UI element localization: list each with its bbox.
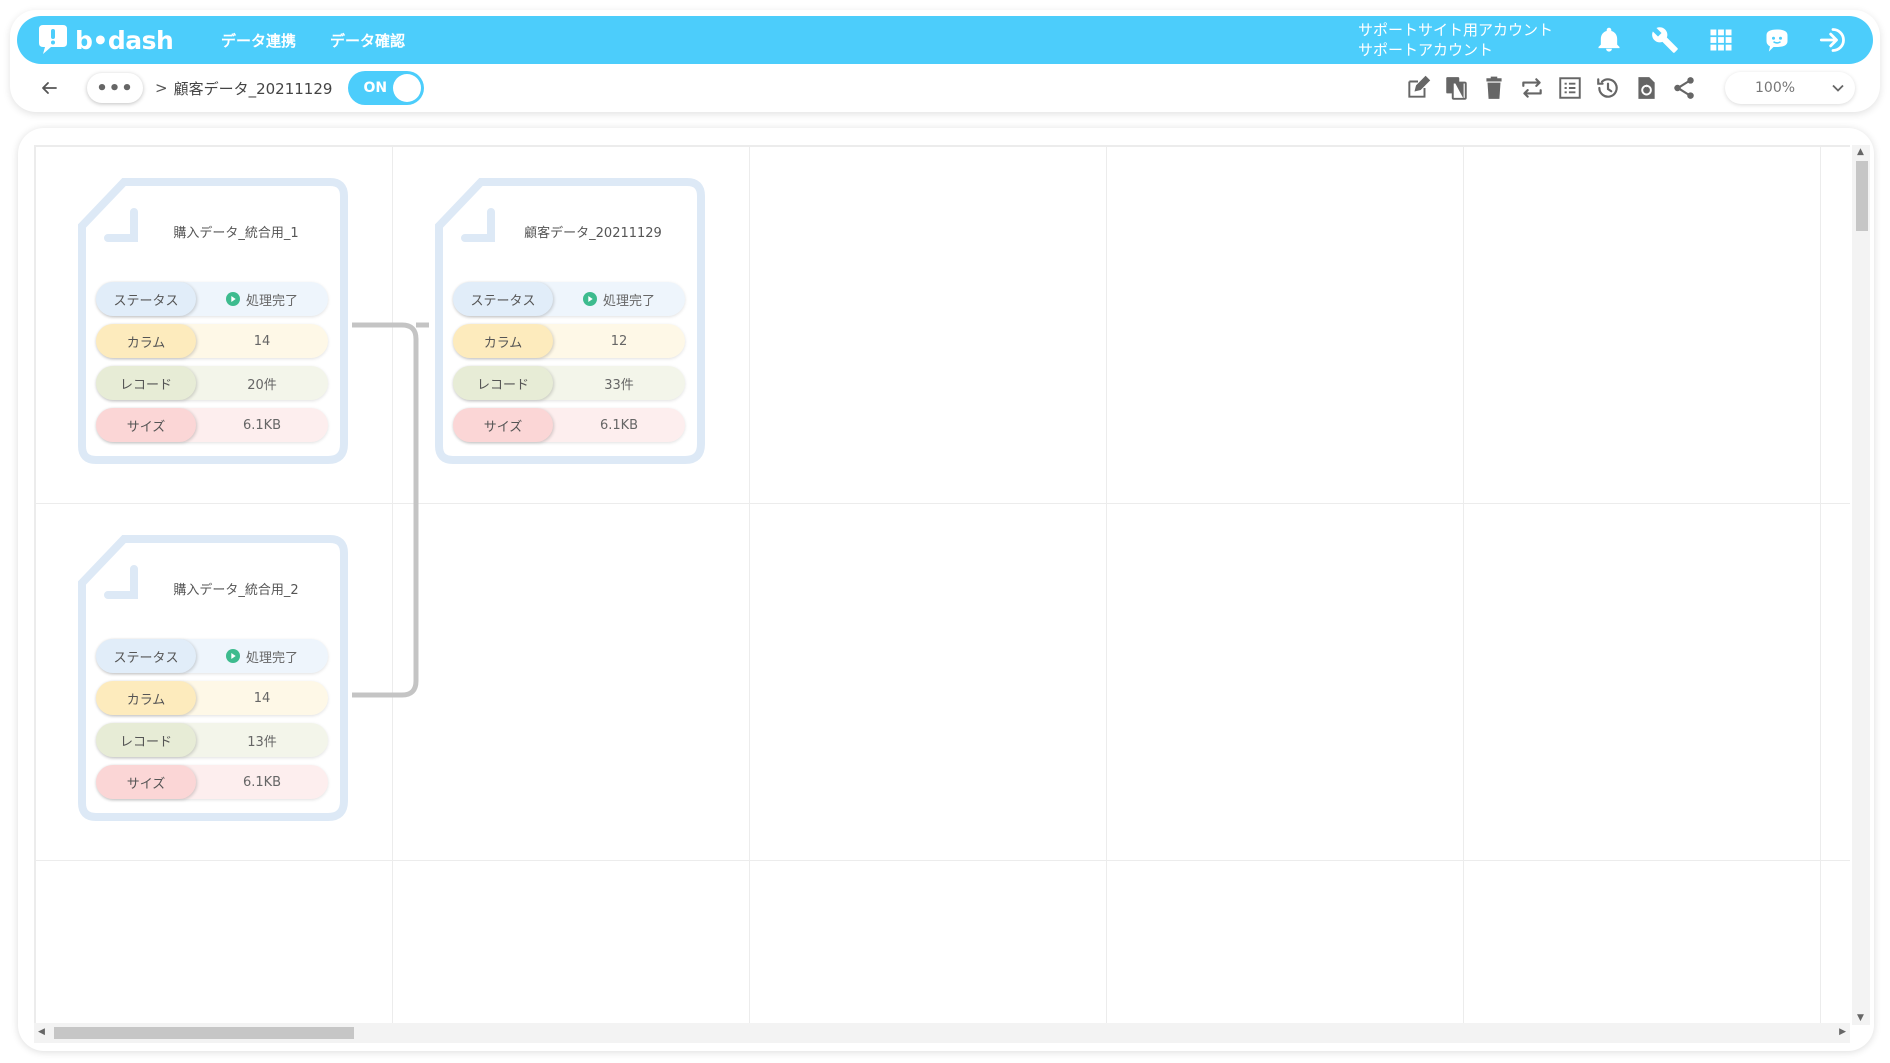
column-value: 14 <box>253 690 271 706</box>
breadcrumb-current: 顧客データ_20211129 <box>173 79 333 98</box>
status-row: ステータス 処理完了 <box>453 282 685 316</box>
scroll-up-icon[interactable]: ▲ <box>1857 147 1864 157</box>
logo-text: b•dash <box>75 25 174 55</box>
back-arrow-icon[interactable] <box>37 76 61 100</box>
sub-toolbar: ••• > 顧客データ_20211129 ON 100% <box>17 68 1873 108</box>
share-icon[interactable] <box>1671 75 1697 101</box>
record-row: レコード 20件 <box>96 366 328 400</box>
account-info[interactable]: サポートサイト用アカウント サポートアカウント <box>1358 20 1553 60</box>
swap-icon[interactable] <box>1519 75 1545 101</box>
horizontal-scroll-thumb[interactable] <box>54 1027 354 1039</box>
apps-grid-icon[interactable] <box>1707 26 1735 54</box>
copy-icon[interactable] <box>1443 75 1469 101</box>
edit-icon[interactable] <box>1405 75 1431 101</box>
node-title: 購入データ_統合用_1 <box>173 226 299 241</box>
on-off-toggle[interactable]: ON <box>348 71 425 105</box>
column-label: カラム <box>96 681 196 715</box>
top-navigation-bar: b•dash データ連携 データ確認 サポートサイト用アカウント サポートアカウ… <box>17 16 1873 64</box>
column-row: カラム 14 <box>96 324 328 358</box>
nav-data-check[interactable]: データ確認 <box>330 30 405 51</box>
tool-icons: 100% <box>1399 72 1873 104</box>
status-value: 処理完了 <box>245 293 298 309</box>
record-row: レコード 33件 <box>453 366 685 400</box>
column-value: 14 <box>253 333 271 349</box>
support-chat-icon[interactable] <box>1763 26 1791 54</box>
size-label: サイズ <box>453 408 553 442</box>
toggle-knob <box>393 74 422 102</box>
toggle-label: ON <box>363 80 388 96</box>
status-label: ステータス <box>453 282 553 316</box>
node-title: 顧客データ_20211129 <box>524 226 662 241</box>
horizontal-scrollbar[interactable]: ◀ ▶ <box>34 1023 1850 1043</box>
app-logo[interactable]: b•dash <box>35 25 185 55</box>
record-label: レコード <box>96 366 196 400</box>
bell-icon[interactable] <box>1595 26 1623 54</box>
chevron-down-icon <box>1832 84 1844 92</box>
status-value: 処理完了 <box>602 293 655 309</box>
play-circle-icon <box>582 292 597 306</box>
zoom-value: 100% <box>1755 80 1796 96</box>
logout-icon[interactable] <box>1819 26 1847 54</box>
size-label: サイズ <box>96 765 196 799</box>
history-icon[interactable] <box>1595 75 1621 101</box>
node-title: 購入データ_統合用_2 <box>173 583 299 598</box>
account-user: サポートアカウント <box>1357 41 1493 59</box>
scroll-left-icon[interactable]: ◀ <box>38 1027 45 1037</box>
column-label: カラム <box>453 324 553 358</box>
record-value: 20件 <box>247 377 277 393</box>
size-value: 6.1KB <box>242 774 282 790</box>
vertical-scroll-thumb[interactable] <box>1856 161 1868 231</box>
column-value: 12 <box>610 333 628 349</box>
column-row: カラム 14 <box>96 681 328 715</box>
nav-data-integration[interactable]: データ連携 <box>221 30 296 51</box>
record-value: 13件 <box>247 734 277 750</box>
wrench-icon[interactable] <box>1651 26 1679 54</box>
trash-icon[interactable] <box>1481 75 1507 101</box>
column-label: カラム <box>96 324 196 358</box>
account-name: サポートサイト用アカウント <box>1357 21 1553 39</box>
flow-canvas: 購入データ_統合用_1 ステータス 処理完了 カラム 14 レコード 20件 サ… <box>18 128 1874 1051</box>
vertical-scrollbar[interactable]: ▲ ▼ <box>1852 145 1870 1025</box>
size-label: サイズ <box>96 408 196 442</box>
refresh-file-icon[interactable] <box>1633 75 1659 101</box>
status-value: 処理完了 <box>245 650 298 666</box>
data-node-purchase-1[interactable]: 購入データ_統合用_1 ステータス 処理完了 カラム 14 レコード 20件 サ… <box>76 178 348 468</box>
logo-bubble-icon <box>39 25 67 54</box>
list-icon[interactable] <box>1557 75 1583 101</box>
record-label: レコード <box>453 366 553 400</box>
record-value: 33件 <box>604 377 634 393</box>
status-row: ステータス 処理完了 <box>96 282 328 316</box>
column-row: カラム 12 <box>453 324 685 358</box>
breadcrumb-separator: > <box>155 79 168 97</box>
status-label: ステータス <box>96 282 196 316</box>
status-row: ステータス 処理完了 <box>96 639 328 673</box>
size-row: サイズ 6.1KB <box>96 408 328 442</box>
data-node-customer[interactable]: 顧客データ_20211129 ステータス 処理完了 カラム 12 レコード 33… <box>433 178 705 468</box>
record-label: レコード <box>96 723 196 757</box>
scroll-right-icon[interactable]: ▶ <box>1839 1027 1846 1037</box>
scroll-down-icon[interactable]: ▼ <box>1857 1013 1864 1023</box>
play-circle-icon <box>225 649 240 663</box>
data-node-purchase-2[interactable]: 購入データ_統合用_2 ステータス 処理完了 カラム 14 レコード 13件 サ… <box>76 535 348 825</box>
size-row: サイズ 6.1KB <box>96 765 328 799</box>
play-circle-icon <box>225 292 240 306</box>
size-value: 6.1KB <box>242 417 282 433</box>
zoom-select[interactable]: 100% <box>1725 72 1855 104</box>
record-row: レコード 13件 <box>96 723 328 757</box>
breadcrumb-more-button[interactable]: ••• <box>87 73 143 103</box>
size-value: 6.1KB <box>599 417 639 433</box>
size-row: サイズ 6.1KB <box>453 408 685 442</box>
status-label: ステータス <box>96 639 196 673</box>
